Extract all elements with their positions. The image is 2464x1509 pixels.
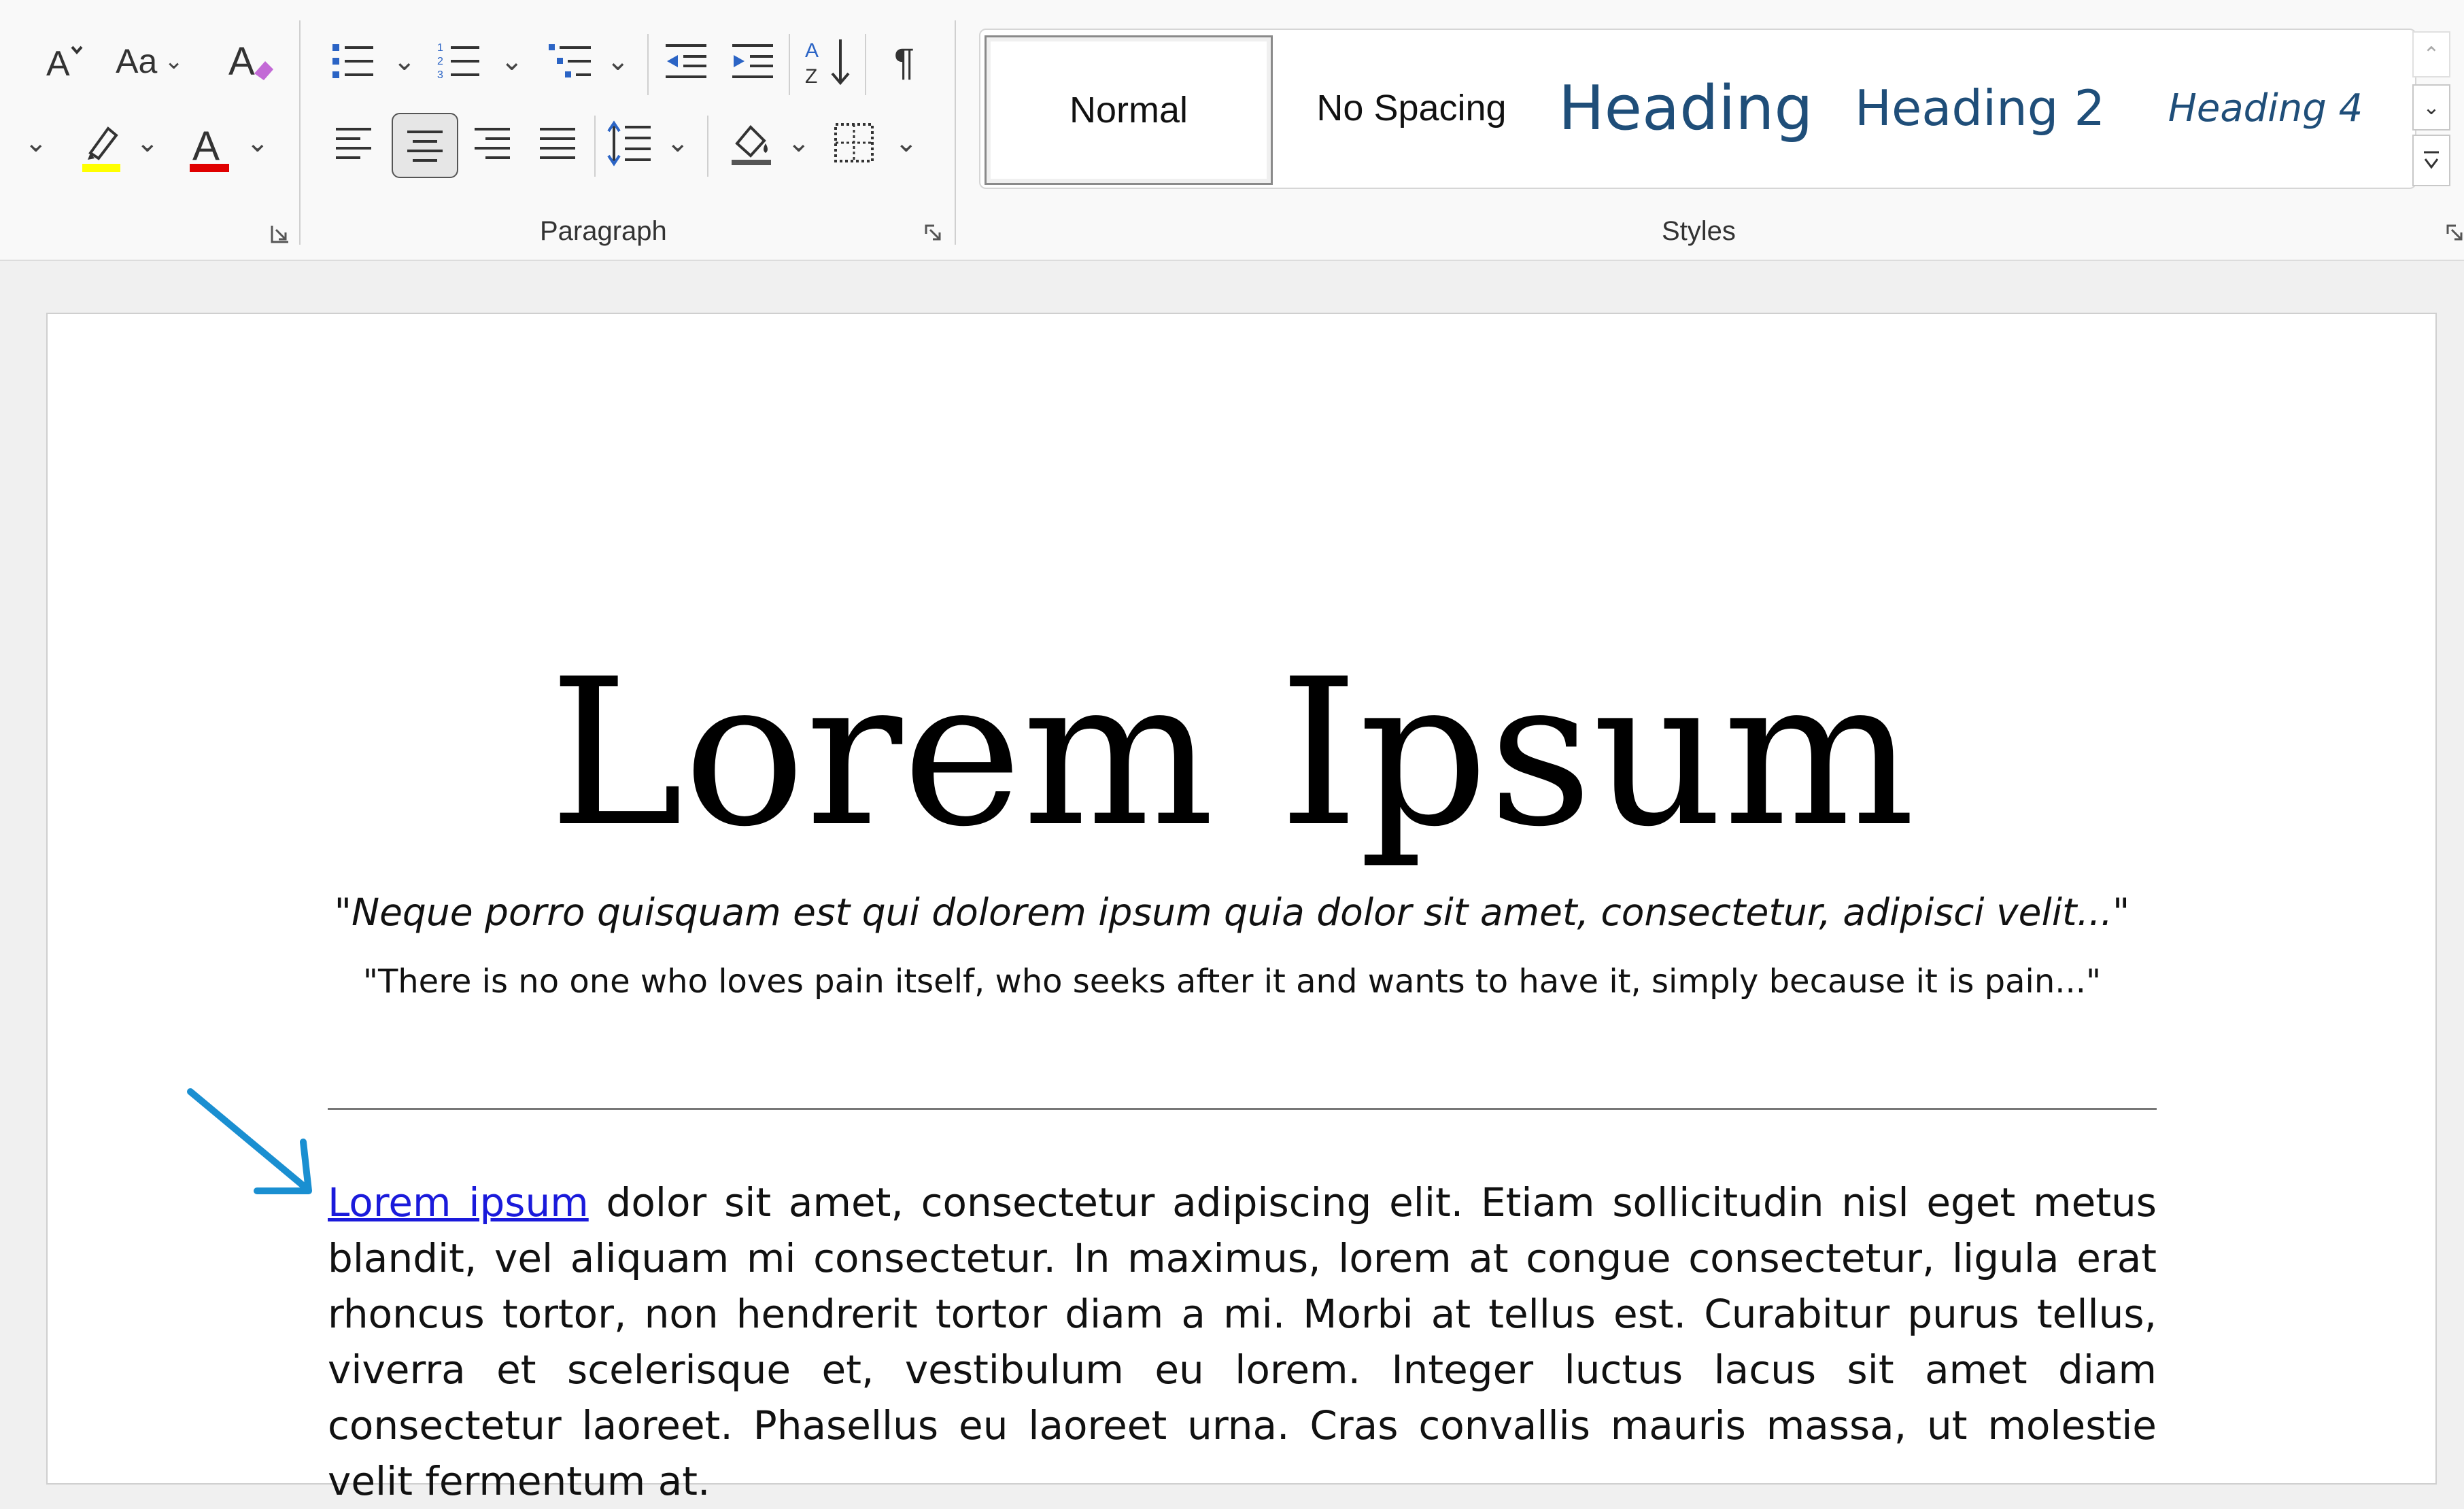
styles-more-button[interactable]: [2412, 135, 2450, 186]
chevron-down-icon[interactable]: ⌄: [895, 129, 918, 156]
chevron-down-icon: ⌄: [164, 48, 184, 74]
font-color-icon[interactable]: A: [182, 116, 237, 177]
align-right-icon[interactable]: [465, 116, 519, 170]
style-label: Heading 2: [1854, 80, 2106, 137]
svg-text:2: 2: [437, 56, 443, 67]
chevron-down-icon[interactable]: ⌄: [246, 129, 269, 156]
svg-text:3: 3: [437, 69, 443, 81]
font-dialog-launcher-icon[interactable]: [271, 224, 290, 243]
annotation-arrow-icon: [187, 1088, 312, 1194]
body-paragraph: Lorem ipsum dolor sit amet, consectetur …: [328, 1175, 2157, 1509]
hyperlink[interactable]: Lorem ipsum: [328, 1179, 589, 1226]
pilcrow-icon[interactable]: ¶: [877, 34, 931, 88]
svg-text:A: A: [46, 44, 70, 84]
svg-text:Z: Z: [805, 65, 817, 88]
shading-icon[interactable]: [721, 116, 782, 170]
svg-text:A: A: [805, 39, 819, 62]
styles-scroll-down-button[interactable]: ⌄: [2412, 84, 2450, 131]
group-separator: [647, 34, 649, 95]
numbering-icon[interactable]: 1 2 3: [432, 34, 487, 88]
chevron-down-icon[interactable]: ⌄: [136, 129, 159, 156]
change-case-label: Aa: [116, 42, 158, 80]
english-quote: "There is no one who loves pain itself, …: [362, 962, 2102, 1001]
svg-text:A: A: [192, 123, 220, 169]
clear-formatting-icon[interactable]: A: [218, 31, 286, 92]
justify-icon[interactable]: [530, 116, 585, 170]
styles-scroll-up-button[interactable]: ⌃: [2412, 31, 2450, 77]
borders-icon[interactable]: [827, 116, 881, 170]
grow-font-icon[interactable]: A: [34, 34, 95, 88]
styles-gallery: Normal No Spacing Heading 1 Heading 2 He…: [979, 29, 2416, 189]
style-label: Heading 4: [2168, 86, 2363, 131]
paragraph-group-label: Paragraph: [540, 216, 667, 246]
group-separator: [789, 34, 790, 95]
style-heading-2[interactable]: Heading 2: [1844, 35, 2116, 181]
change-case-button[interactable]: Aa ⌄: [102, 34, 197, 88]
style-heading-1[interactable]: Heading 1: [1552, 35, 1824, 181]
line-spacing-icon[interactable]: [602, 116, 657, 170]
paragraph-text: dolor sit amet, consectetur adipiscing e…: [328, 1179, 2157, 1504]
chevron-down-icon[interactable]: ⌄: [24, 129, 48, 156]
style-label: Heading 1: [1558, 72, 1824, 144]
group-separator: [865, 34, 866, 95]
align-left-icon[interactable]: [326, 116, 381, 170]
highlight-color-icon[interactable]: [75, 116, 129, 177]
latin-quote: "Neque porro quisquam est qui dolorem ip…: [334, 890, 2130, 934]
document-title: Lorem Ipsum: [549, 636, 1915, 871]
chevron-down-icon[interactable]: ⌄: [666, 129, 689, 156]
chevron-down-icon[interactable]: ⌄: [393, 48, 416, 75]
styles-dialog-launcher-icon[interactable]: [2446, 224, 2464, 243]
multilevel-list-icon[interactable]: [544, 34, 598, 88]
style-label: Normal: [1069, 90, 1188, 131]
horizontal-rule: [328, 1108, 2157, 1110]
styles-group-label: Styles: [1662, 216, 1736, 246]
decrease-indent-icon[interactable]: [660, 34, 714, 88]
group-separator: [594, 116, 596, 177]
ribbon: A Aa ⌄ A ⌄ ⌄ A ⌄ ⌄ 123 ⌄ ⌄ AZ ¶ ⌄ ⌄ ⌄ Pa…: [0, 0, 2464, 261]
group-separator: [299, 20, 301, 245]
chevron-down-icon[interactable]: ⌄: [606, 48, 630, 75]
svg-text:1: 1: [437, 42, 443, 54]
style-label: No Spacing: [1316, 88, 1507, 128]
align-center-icon[interactable]: [392, 113, 458, 178]
chevron-down-icon[interactable]: ⌄: [787, 129, 810, 156]
group-separator: [707, 116, 708, 177]
style-normal[interactable]: Normal: [985, 35, 1273, 185]
style-heading-4[interactable]: Heading 4: [2129, 35, 2401, 181]
chevron-down-icon[interactable]: ⌄: [500, 48, 524, 75]
svg-text:A: A: [228, 39, 255, 84]
increase-indent-icon[interactable]: [726, 34, 781, 88]
paragraph-dialog-launcher-icon[interactable]: [925, 224, 944, 243]
group-separator: [955, 20, 956, 245]
style-no-spacing[interactable]: No Spacing: [1276, 35, 1547, 181]
sort-icon[interactable]: AZ: [799, 31, 860, 92]
bullets-icon[interactable]: [326, 34, 381, 88]
